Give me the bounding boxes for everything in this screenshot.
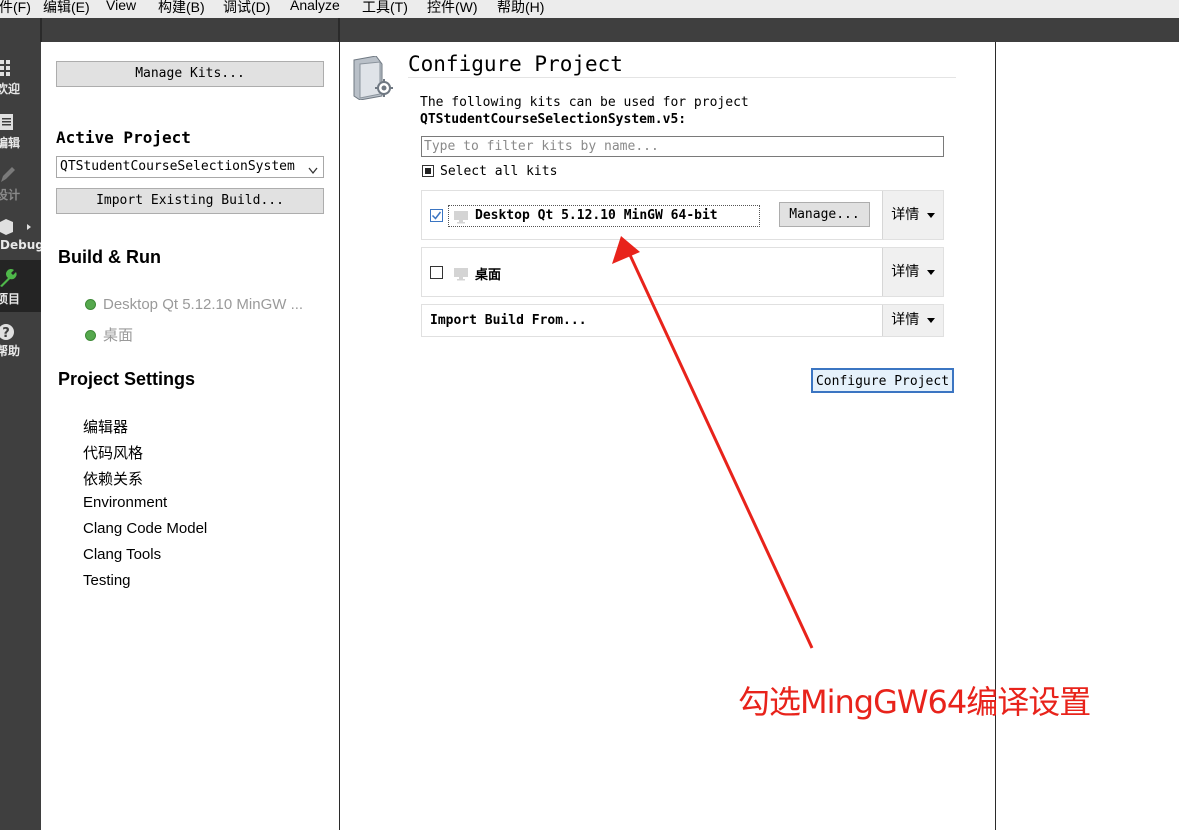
- mode-welcome[interactable]: 欢迎: [0, 50, 41, 102]
- pencil-icon: [0, 162, 18, 184]
- build-run-item-label: Desktop Qt 5.12.10 MinGW ...: [103, 296, 304, 313]
- project-name: QTStudentCourseSelectionSystem.v5:: [420, 111, 749, 128]
- toolbar-separator: [40, 18, 42, 42]
- build-run-heading: Build & Run: [58, 247, 161, 267]
- select-all-label: Select all kits: [440, 164, 558, 179]
- kit-filter-input[interactable]: Type to filter kits by name...: [421, 136, 944, 157]
- details-label: 详情: [891, 264, 920, 280]
- build-run-item-label: 桌面: [103, 327, 134, 344]
- mode-label: 帮助: [0, 344, 21, 358]
- menu-tools[interactable]: 工具(T): [362, 0, 408, 17]
- mode-label: 编辑: [0, 136, 21, 150]
- triangle-down-icon: [926, 269, 935, 275]
- mode-bar: 欢迎 编辑 设计 Debug 项目 ? 帮助: [0, 42, 44, 830]
- kits-description: The following kits can be used for proje…: [420, 94, 749, 128]
- triangle-down-icon: [926, 212, 935, 218]
- build-run-item[interactable]: Desktop Qt 5.12.10 MinGW ...: [85, 296, 303, 313]
- menu-debug[interactable]: 调试(D): [223, 0, 270, 17]
- select-all-kits[interactable]: Select all kits: [422, 164, 557, 179]
- active-project-value: QTStudentCourseSelectionSystem: [60, 159, 295, 174]
- monitor-icon: [454, 209, 468, 228]
- description-line: The following kits can be used for proje…: [420, 95, 749, 110]
- mode-label: 项目: [0, 292, 21, 306]
- wrench-icon: [0, 266, 18, 288]
- mode-debug[interactable]: Debug: [0, 208, 44, 260]
- menu-build[interactable]: 构建(B): [158, 0, 205, 17]
- mode-label: Debug: [0, 238, 44, 252]
- settings-item-environment[interactable]: Environment: [83, 494, 167, 511]
- help-icon: ?: [0, 318, 18, 341]
- add-icon: [85, 329, 96, 341]
- add-icon: [85, 298, 96, 310]
- configure-project-icon: [352, 55, 396, 104]
- grid-icon: [0, 56, 18, 78]
- kit-checkbox-desktop[interactable]: [430, 266, 443, 279]
- document-icon: [0, 110, 18, 132]
- settings-item-testing[interactable]: Testing: [83, 572, 131, 589]
- active-project-select[interactable]: QTStudentCourseSelectionSystem: [56, 156, 324, 178]
- menu-bar: 件(F) 编辑(E) View 构建(B) 调试(D) Analyze 工具(T…: [0, 0, 1179, 18]
- mode-help[interactable]: ? 帮助: [0, 312, 41, 364]
- menu-analyze[interactable]: Analyze: [290, 0, 340, 13]
- import-build-from-label[interactable]: Import Build From...: [430, 313, 587, 328]
- svg-text:?: ?: [2, 326, 10, 340]
- manage-kits-button[interactable]: Manage Kits...: [56, 61, 324, 87]
- settings-item-dependencies[interactable]: 依赖关系: [83, 468, 143, 489]
- mode-label: 设计: [0, 188, 21, 202]
- mode-projects[interactable]: 项目: [0, 260, 41, 312]
- project-sidebar: Manage Kits... Active Project QTStudentC…: [41, 42, 338, 830]
- kit-row-mingw: Desktop Qt 5.12.10 MinGW 64-bit Manage..…: [421, 190, 944, 240]
- kit-details-button[interactable]: 详情: [882, 248, 943, 296]
- settings-item-code-style[interactable]: 代码风格: [83, 442, 143, 463]
- kit-checkbox-mingw[interactable]: [430, 209, 443, 222]
- kit-details-button[interactable]: 详情: [882, 191, 943, 239]
- menu-view[interactable]: View: [106, 0, 136, 13]
- menu-edit[interactable]: 编辑(E): [43, 0, 90, 17]
- menu-help[interactable]: 帮助(H): [497, 0, 544, 17]
- menu-controls[interactable]: 控件(W): [427, 0, 478, 17]
- title-divider: [408, 77, 956, 78]
- page-title: Configure Project: [408, 52, 623, 76]
- active-project-heading: Active Project: [56, 128, 191, 147]
- menu-file[interactable]: 件(F): [0, 0, 31, 17]
- mode-edit[interactable]: 编辑: [0, 104, 41, 156]
- details-label: 详情: [891, 207, 920, 223]
- annotation-text: 勾选MingGW64编译设置: [738, 683, 1091, 721]
- chevron-down-icon: [308, 162, 318, 177]
- build-run-item[interactable]: 桌面: [85, 324, 133, 345]
- kit-row-desktop: 桌面 详情: [421, 247, 944, 297]
- settings-item-editor[interactable]: 编辑器: [83, 416, 128, 437]
- bug-icon: [0, 214, 31, 236]
- monitor-icon: [454, 266, 468, 285]
- import-build-from-row: Import Build From... 详情: [421, 304, 944, 337]
- project-settings-heading: Project Settings: [58, 369, 196, 389]
- select-all-checkbox[interactable]: [422, 164, 434, 177]
- settings-item-clang-tools[interactable]: Clang Tools: [83, 546, 161, 563]
- toolbar-strip: [0, 18, 1179, 42]
- configure-project-button[interactable]: Configure Project: [811, 368, 954, 393]
- toolbar-separator: [338, 18, 340, 42]
- import-existing-build-button[interactable]: Import Existing Build...: [56, 188, 324, 214]
- manage-kit-button[interactable]: Manage...: [779, 202, 870, 227]
- kit-name: Desktop Qt 5.12.10 MinGW 64-bit: [475, 208, 718, 223]
- settings-item-clang-code-model[interactable]: Clang Code Model: [83, 520, 207, 537]
- import-details-button[interactable]: 详情: [882, 305, 943, 336]
- triangle-down-icon: [926, 317, 935, 323]
- mode-design[interactable]: 设计: [0, 156, 41, 208]
- mode-label: 欢迎: [0, 82, 21, 96]
- project-name-text: QTStudentCourseSelectionSystem.v5:: [420, 112, 687, 127]
- kit-name: 桌面: [475, 268, 502, 283]
- details-label: 详情: [891, 312, 920, 328]
